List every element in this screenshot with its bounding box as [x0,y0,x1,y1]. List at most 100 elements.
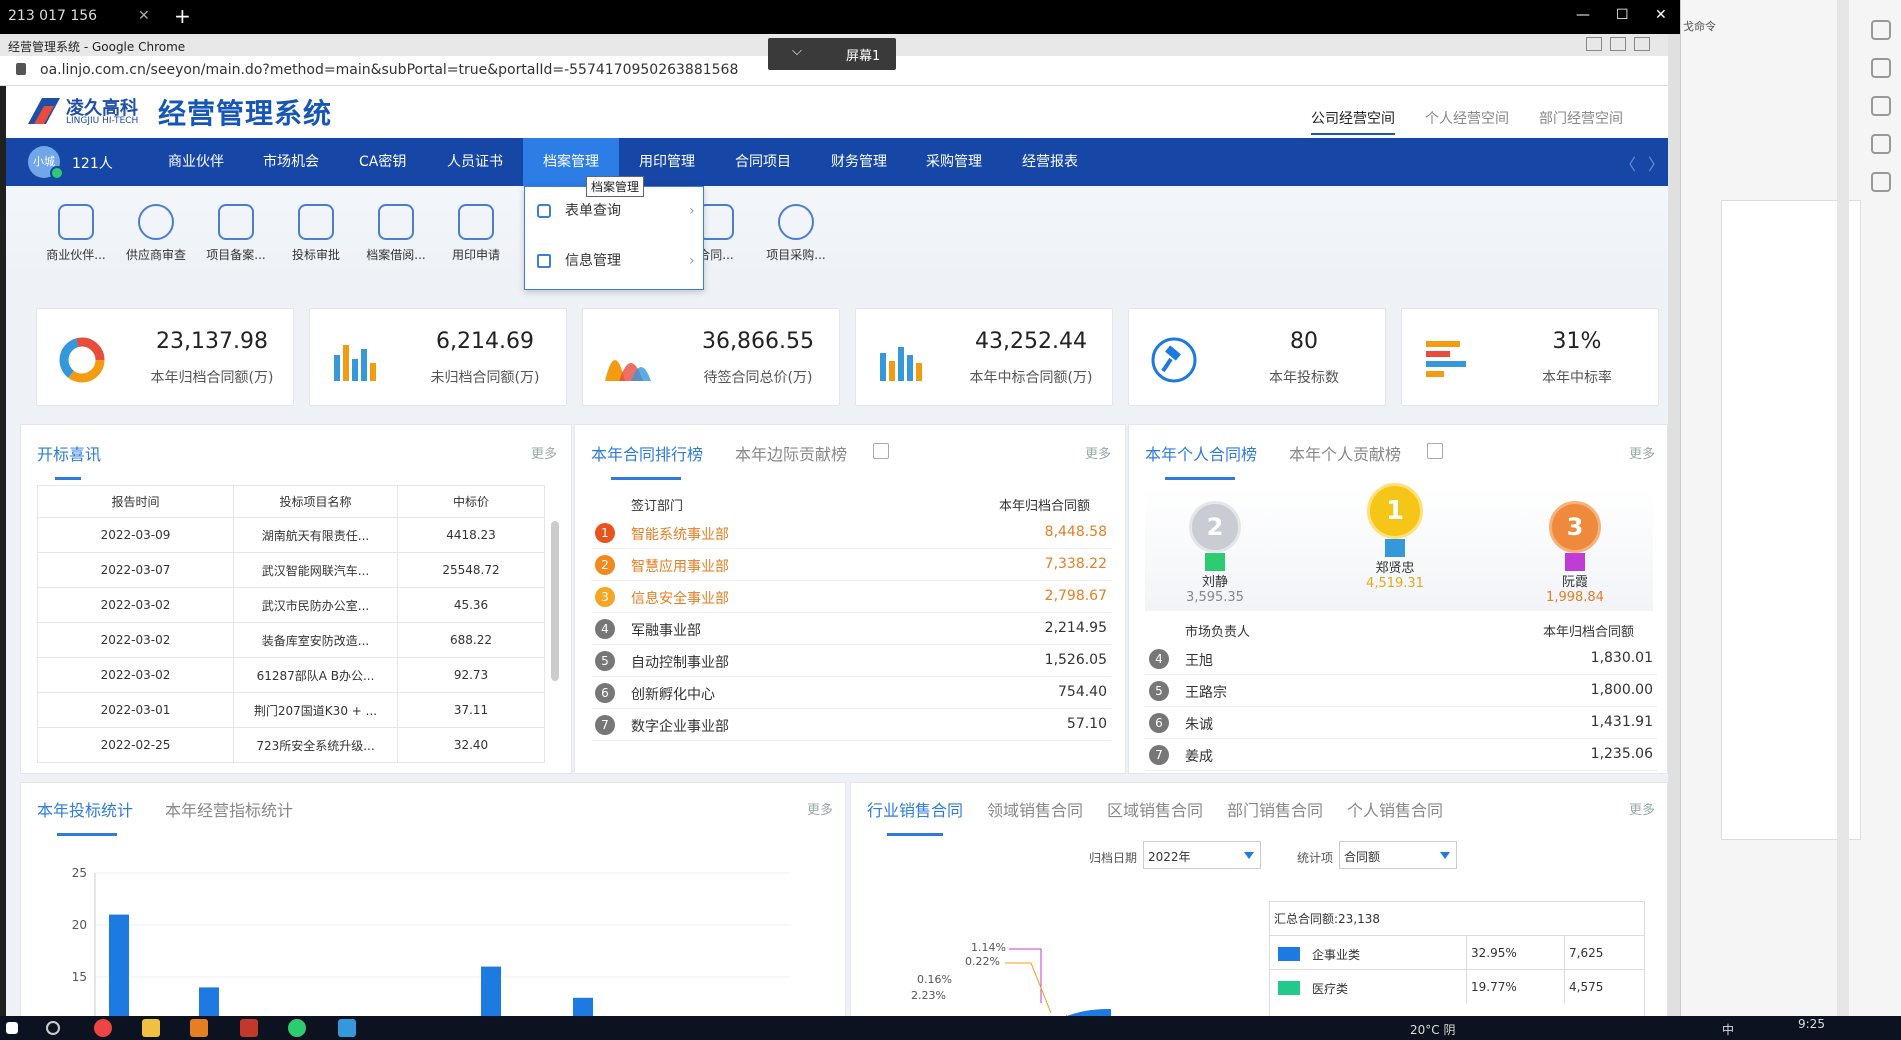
app-icon[interactable] [190,1019,208,1037]
wechat-icon[interactable] [288,1019,306,1037]
tool-icon[interactable] [1871,20,1891,40]
list-item[interactable]: 1 智能系统事业部 8,448.58 [591,517,1111,549]
stat-select[interactable]: 合同额 [1339,841,1457,869]
folder-icon[interactable] [142,1019,160,1037]
more-link[interactable]: 更多 [531,443,557,462]
table-row[interactable]: 2022-03-02 61287部队A B办公... 92.73 [37,657,545,693]
restore-icon[interactable] [1610,37,1626,51]
quick-link[interactable]: 项目备案... [196,204,276,263]
chevron-down-icon[interactable]: ⌵ [792,44,802,59]
stat-card[interactable]: 43,252.44 本年中标合同额(万) [855,308,1113,406]
nav-item-certificates[interactable]: 人员证书 [447,138,503,186]
nav-item-opportunities[interactable]: 市场机会 [263,138,319,186]
tool-icon[interactable] [1871,134,1891,154]
table-scrollbar[interactable] [551,521,559,681]
list-item[interactable]: 6 创新孵化中心 754.40 [591,677,1111,709]
nav-next-icon[interactable]: 〉 [1648,151,1664,175]
quick-link[interactable]: 供应商审查 [116,204,196,263]
app-icon[interactable] [338,1019,356,1037]
space-tab-department[interactable]: 部门经营空间 [1539,108,1623,128]
tab-margin-rank[interactable]: 本年边际贡献榜 [735,441,847,465]
table-row[interactable]: 2022-03-09 湖南航天有限责任... 4418.23 [37,517,545,553]
table-row[interactable]: 2022-03-01 荆门207国道K30 + ... 37.11 [37,692,545,728]
search-icon[interactable] [46,1021,60,1035]
menu-item-info-manage[interactable]: 信息管理 › [525,237,705,285]
list-item[interactable]: 4 军融事业部 2,214.95 [591,613,1111,645]
more-link[interactable]: 更多 [807,799,833,818]
pie-slice[interactable] [1051,1008,1111,1016]
legend-row[interactable]: 医疗类 19.77% 4,575 [1270,970,1644,1004]
quick-link[interactable]: 项目采购... [756,204,836,263]
list-item[interactable]: 5 自动控制事业部 1,526.05 [591,645,1111,677]
nav-item-ca-keys[interactable]: CA密钥 [359,138,406,186]
tab-personal-contribution[interactable]: 本年个人贡献榜 [1289,441,1401,465]
bar[interactable] [109,914,129,1016]
nav-item-contracts[interactable]: 合同项目 [735,138,791,186]
quick-link[interactable]: 用印申请 [436,204,516,263]
more-link[interactable]: 更多 [1085,443,1111,462]
nav-item-partners[interactable]: 商业伙伴 [168,138,224,186]
tool-icon[interactable] [1871,58,1891,78]
start-icon[interactable] [6,1022,18,1034]
table-row[interactable]: 2022-02-25 723所安全系统升级... 32.40 [37,727,545,763]
list-item[interactable]: 2 智慧应用事业部 7,338.22 [591,549,1111,581]
maximize-button[interactable]: ☐ [1616,7,1629,23]
minimize-button[interactable]: — [1576,7,1590,23]
checkbox-icon[interactable] [873,443,889,459]
table-row[interactable]: 2022-03-07 武汉智能网联汽车... 25548.72 [37,552,545,588]
list-item[interactable]: 6 朱诚 1,431.91 [1145,707,1657,739]
url-text[interactable]: oa.linjo.com.cn/seeyon/main.do?method=ma… [40,62,738,78]
more-link[interactable]: 更多 [1629,799,1655,818]
quick-link[interactable]: 商业伙伴... [36,204,116,263]
date-select[interactable]: 2022年 [1143,841,1261,869]
checkbox-icon[interactable] [1427,443,1443,459]
tab-personal-contract[interactable]: 本年个人合同榜 [1145,441,1257,465]
podium-first[interactable]: 1 郑贤忠 4,519.31 [1363,483,1427,591]
tab-industry[interactable]: 行业销售合同 [867,797,963,821]
quick-link[interactable]: 投标审批 [276,204,356,263]
list-item[interactable]: 7 数字企业事业部 57.10 [591,709,1111,741]
nav-item-finance[interactable]: 财务管理 [831,138,887,186]
podium-third[interactable]: 3 阮霞 1,998.84 [1545,501,1605,605]
close-tab-icon[interactable]: ✕ [138,8,150,24]
chrome-icon[interactable] [94,1019,112,1037]
minimize-icon[interactable] [1586,37,1602,51]
space-tab-personal[interactable]: 个人经营空间 [1425,108,1509,128]
nav-prev-icon[interactable]: 〈 [1620,151,1636,175]
weather[interactable]: 20°C 阴 [1410,1021,1455,1038]
stat-card[interactable]: 80 本年投标数 [1128,308,1386,406]
legend-row[interactable]: 企事业类 32.95% 7,625 [1270,936,1644,970]
bar[interactable] [481,966,501,1016]
tool-icon[interactable] [1871,172,1891,192]
close-icon[interactable] [1634,37,1650,51]
page-scrollbar[interactable] [1668,34,1680,1016]
list-item[interactable]: 3 信息安全事业部 2,798.67 [591,581,1111,613]
stat-card[interactable]: 23,137.98 本年归档合同额(万) [36,308,294,406]
clock[interactable]: 9:25 [1798,1017,1825,1031]
list-item[interactable]: 4 王旭 1,830.01 [1145,643,1657,675]
podium-second[interactable]: 2 刘静 3,595.35 [1185,501,1245,605]
more-link[interactable]: 更多 [1629,443,1655,462]
stat-card[interactable]: 6,214.69 未归档合同额(万) [309,308,567,406]
list-item[interactable]: 5 王路宗 1,800.00 [1145,675,1657,707]
bar[interactable] [199,987,219,1016]
nav-item-reports[interactable]: 经营报表 [1022,138,1078,186]
new-tab-button[interactable]: + [174,4,191,28]
tab-personal[interactable]: 个人销售合同 [1347,797,1443,821]
list-item[interactable]: 7 姜成 1,235.06 [1145,739,1657,771]
table-row[interactable]: 2022-03-02 装备库室安防改造... 688.22 [37,622,545,658]
quick-link[interactable]: 档案借阅... [356,204,436,263]
app-icon[interactable] [240,1019,258,1037]
nav-item-seal[interactable]: 用印管理 [639,138,695,186]
tool-icon[interactable] [1871,96,1891,116]
tab-region[interactable]: 区域销售合同 [1107,797,1203,821]
tab-contract-rank[interactable]: 本年合同排行榜 [591,441,703,465]
remote-tab-title[interactable]: 213 017 156 [8,8,97,24]
tab-bid-stats[interactable]: 本年投标统计 [37,797,133,821]
stat-card[interactable]: 31% 本年中标率 [1401,308,1659,406]
tab-department[interactable]: 部门销售合同 [1227,797,1323,821]
space-tab-company[interactable]: 公司经营空间 [1311,108,1395,135]
tab-business-stats[interactable]: 本年经营指标统计 [165,797,293,821]
close-window-button[interactable]: ✕ [1655,7,1667,23]
tab-field[interactable]: 领域销售合同 [987,797,1083,821]
